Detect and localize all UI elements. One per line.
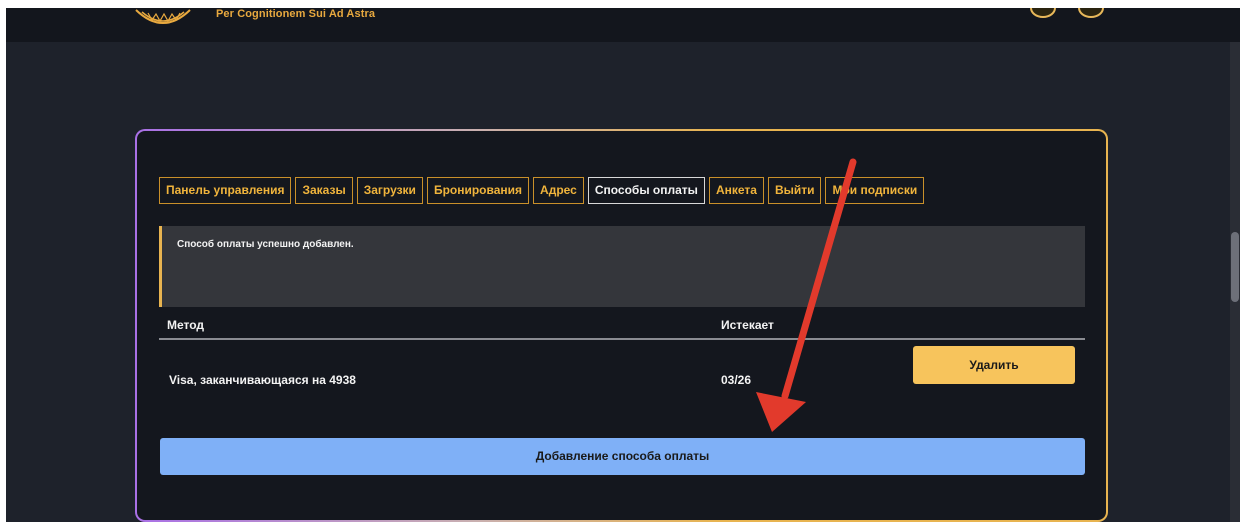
tab-logout[interactable]: Выйти bbox=[767, 177, 822, 204]
scrollbar[interactable] bbox=[1230, 42, 1240, 522]
account-tabs: Панель управления Заказы Загрузки Бронир… bbox=[159, 177, 925, 204]
column-header-method: Метод bbox=[167, 318, 205, 332]
delete-payment-button[interactable]: Удалить bbox=[913, 346, 1075, 384]
site-tagline: Per Cognitionem Sui Ad Astra bbox=[216, 8, 376, 20]
scrollbar-thumb[interactable] bbox=[1231, 232, 1239, 302]
column-header-expires: Истекает bbox=[721, 318, 774, 332]
tab-dashboard[interactable]: Панель управления bbox=[159, 177, 292, 204]
page-frame: Per Cognitionem Sui Ad Astra Панель упра… bbox=[6, 8, 1240, 522]
tab-downloads[interactable]: Загрузки bbox=[356, 177, 423, 204]
add-payment-method-button[interactable]: Добавление способа оплаты bbox=[160, 438, 1085, 475]
tab-subscriptions[interactable]: Мои подписки bbox=[825, 177, 925, 204]
tab-payment-methods[interactable]: Способы оплаты bbox=[587, 177, 705, 204]
logo-emblem-icon[interactable] bbox=[134, 8, 192, 32]
tab-orders[interactable]: Заказы bbox=[295, 177, 353, 204]
tab-bookings[interactable]: Бронирования bbox=[426, 177, 530, 204]
payment-method-name: Visa, заканчивающаяся на 4938 bbox=[169, 373, 356, 387]
success-notice: Способ оплаты успешно добавлен. bbox=[159, 226, 1085, 307]
site-header: Per Cognitionem Sui Ad Astra bbox=[6, 8, 1240, 42]
tab-questionnaire[interactable]: Анкета bbox=[708, 177, 764, 204]
tab-address[interactable]: Адрес bbox=[533, 177, 584, 204]
table-header-divider bbox=[159, 338, 1085, 340]
notice-text: Способ оплаты успешно добавлен. bbox=[177, 239, 354, 250]
cart-icon[interactable] bbox=[1030, 8, 1056, 18]
user-icon[interactable] bbox=[1078, 8, 1104, 18]
account-card: Панель управления Заказы Загрузки Бронир… bbox=[135, 129, 1108, 522]
payment-method-expiry: 03/26 bbox=[721, 373, 752, 387]
